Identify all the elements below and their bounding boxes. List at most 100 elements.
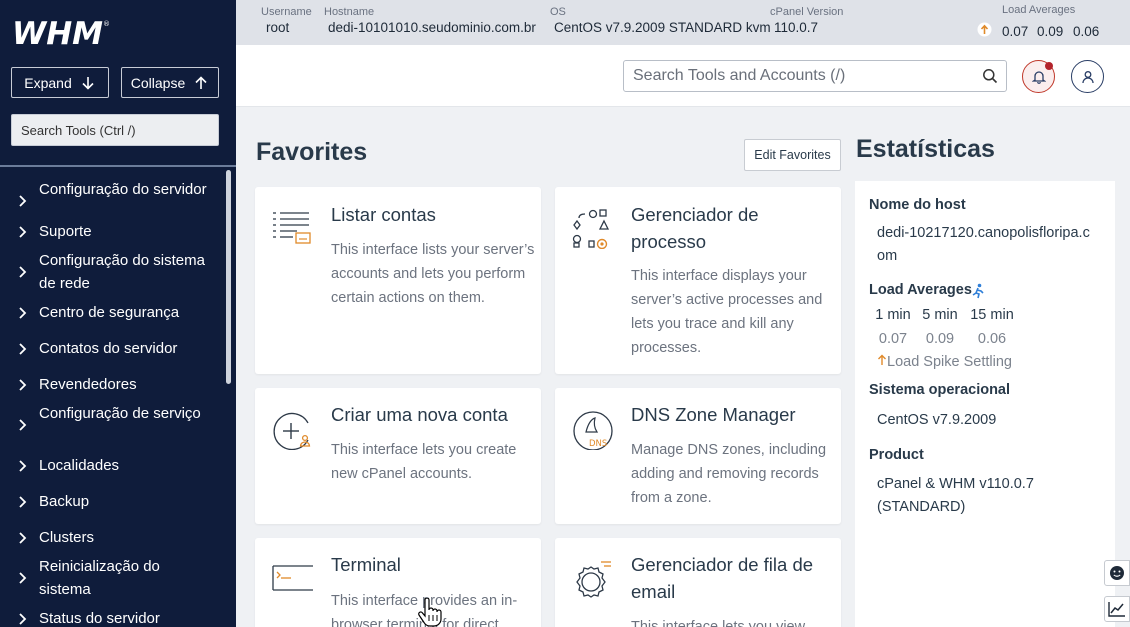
favorite-card-terminal[interactable]: Terminal This interface provides an in-b… bbox=[255, 538, 541, 627]
username-value: root bbox=[266, 20, 290, 35]
hostname-value: dedi-10217120.canopolisfloripa.com bbox=[877, 225, 1090, 264]
sidebar-item-resellers[interactable]: Revendedores bbox=[0, 373, 226, 396]
edit-favorites-button[interactable]: Edit Favorites bbox=[744, 139, 841, 171]
chevron-right-icon bbox=[19, 342, 27, 355]
os-value: CentOS v7.9.2009 STANDARD kvm bbox=[554, 20, 771, 35]
load-15min-heading: 15 min bbox=[970, 307, 1014, 323]
header-bar: Search Tools and Accounts (/) bbox=[236, 45, 1130, 107]
favorite-card-dns-zone-manager[interactable]: DNS DNS Zone Manager Manage DNS zones, i… bbox=[555, 388, 841, 524]
search-icon[interactable] bbox=[982, 68, 998, 84]
card-title: DNS Zone Manager bbox=[631, 404, 796, 425]
chevron-right-icon bbox=[19, 378, 27, 391]
stats-panel: Nome do host dedi-10217120.canopolisflor… bbox=[855, 181, 1115, 627]
stats-title: Estatísticas bbox=[856, 135, 995, 163]
sidebar-item-label: Contatos do servidor bbox=[39, 340, 178, 357]
favorite-card-mail-queue-manager[interactable]: Gerenciador de fila de email This interf… bbox=[555, 538, 841, 627]
product-value: cPanel & WHM v110.0.7 (STANDARD) bbox=[877, 476, 1034, 515]
bell-icon bbox=[1031, 71, 1046, 84]
collapse-button[interactable]: Collapse bbox=[121, 67, 219, 98]
logo-text: WHM bbox=[12, 16, 103, 48]
sidebar-scrollbar[interactable] bbox=[226, 170, 231, 384]
sidebar: WHM ® Expand Collapse Search Tools (Ctrl… bbox=[0, 0, 236, 627]
sidebar-item-security-center[interactable]: Centro de segurança bbox=[0, 301, 226, 324]
chevron-right-icon bbox=[19, 306, 27, 319]
load-5min-value: 0.09 bbox=[925, 331, 955, 347]
hostname-label: Hostname bbox=[324, 6, 375, 18]
whm-logo[interactable]: WHM ® bbox=[12, 14, 112, 52]
user-menu-button[interactable] bbox=[1071, 60, 1104, 93]
card-description: This interface lets you create new cPane… bbox=[331, 442, 517, 482]
sidebar-item-support[interactable]: Suporte bbox=[0, 220, 226, 243]
sidebar-divider bbox=[0, 165, 236, 167]
notifications-button[interactable] bbox=[1022, 60, 1055, 93]
product-heading: Product bbox=[869, 447, 924, 463]
sidebar-search-placeholder: Search Tools (Ctrl /) bbox=[21, 122, 136, 138]
chevron-right-icon bbox=[19, 459, 27, 472]
hostname-field: Hostname dedi-10101010.seudominio.com.br bbox=[324, 6, 536, 35]
feedback-button[interactable] bbox=[1104, 560, 1130, 586]
chevron-right-icon bbox=[19, 495, 27, 508]
sidebar-search-input[interactable]: Search Tools (Ctrl /) bbox=[11, 114, 219, 146]
sidebar-item-server-configuration[interactable]: Configuração do servidor bbox=[0, 178, 226, 224]
expand-button[interactable]: Expand bbox=[11, 67, 109, 98]
analytics-button[interactable] bbox=[1104, 596, 1130, 622]
arrow-down-icon bbox=[82, 76, 94, 90]
sidebar-item-locales[interactable]: Localidades bbox=[0, 454, 226, 477]
sidebar-item-server-contacts[interactable]: Contatos do servidor bbox=[0, 337, 226, 360]
load-15-value: 0.06 bbox=[1073, 24, 1100, 39]
chevron-right-icon bbox=[19, 266, 27, 278]
load-trend-up-icon bbox=[977, 22, 992, 37]
sidebar-item-label: Status do servidor bbox=[39, 610, 160, 627]
sidebar-item-label: Revendedores bbox=[39, 376, 137, 393]
sidebar-item-network-configuration[interactable]: Configuração do sistema de rede bbox=[0, 249, 226, 295]
sidebar-item-label: Reinicialização do sistema bbox=[39, 558, 160, 598]
sidebar-item-label: Localidades bbox=[39, 457, 120, 474]
arrow-up-icon bbox=[195, 75, 207, 89]
card-description: This interface lets you view bbox=[631, 619, 806, 627]
sidebar-item-service-configuration[interactable]: Configuração de serviço bbox=[0, 402, 226, 448]
chevron-right-icon bbox=[19, 572, 27, 584]
sidebar-item-backup[interactable]: Backup bbox=[0, 490, 226, 513]
load-spike-status: Load Spike Settling bbox=[877, 354, 1012, 370]
card-title: Listar contas bbox=[331, 204, 436, 225]
collapse-label: Collapse bbox=[130, 74, 186, 91]
chart-trend-icon bbox=[1108, 602, 1125, 617]
card-description: Manage DNS zones, including adding and r… bbox=[631, 442, 827, 506]
add-account-icon bbox=[273, 412, 311, 450]
sidebar-item-system-reboot[interactable]: Reinicialização do sistema bbox=[0, 555, 226, 601]
dns-icon: DNS bbox=[573, 411, 613, 450]
favorite-card-list-accounts[interactable]: Listar contas This interface lists your … bbox=[255, 187, 541, 374]
search-tools-accounts-input[interactable]: Search Tools and Accounts (/) bbox=[623, 60, 1007, 92]
card-title: Gerenciador de processo bbox=[631, 204, 759, 252]
search-placeholder: Search Tools and Accounts (/) bbox=[633, 67, 846, 84]
load-spike-text: Load Spike Settling bbox=[887, 354, 1012, 370]
cpanel-version-value: 110.0.7 bbox=[774, 20, 819, 35]
server-info-bar: Username root Hostname dedi-10101010.seu… bbox=[236, 0, 1130, 45]
user-icon bbox=[1081, 70, 1094, 83]
card-title: Terminal bbox=[331, 554, 401, 575]
chevron-right-icon bbox=[19, 531, 27, 544]
terminal-icon bbox=[272, 565, 313, 591]
favorite-card-process-manager[interactable]: Gerenciador de processo This interface d… bbox=[555, 187, 841, 374]
username-label: Username bbox=[261, 6, 312, 18]
os-field: OS CentOS v7.9.2009 STANDARD kvm bbox=[550, 6, 771, 35]
mail-queue-icon bbox=[576, 561, 611, 598]
chevron-right-icon bbox=[19, 612, 27, 625]
sidebar-item-server-status[interactable]: Status do servidor bbox=[0, 607, 226, 627]
load-5min-heading: 5 min bbox=[922, 307, 958, 323]
chevron-right-icon bbox=[19, 195, 27, 207]
card-description: This interface lists your server’s accou… bbox=[331, 242, 535, 306]
arrow-up-icon bbox=[878, 354, 886, 365]
card-title: Criar uma nova conta bbox=[331, 404, 508, 425]
card-description: This interface displays your server’s ac… bbox=[631, 268, 823, 356]
notification-dot bbox=[1045, 62, 1053, 70]
hand-cursor-icon bbox=[418, 598, 442, 627]
sidebar-item-label: Centro de segurança bbox=[39, 304, 180, 321]
favorite-card-create-account[interactable]: Criar uma nova conta This interface lets… bbox=[255, 388, 541, 524]
load-1min-heading: 1 min bbox=[875, 307, 911, 323]
username-field: Username root bbox=[261, 6, 312, 35]
sidebar-item-label: Configuração do sistema de rede bbox=[39, 252, 205, 292]
cpanel-version-label: cPanel Version bbox=[770, 6, 844, 18]
sidebar-item-clusters[interactable]: Clusters bbox=[0, 526, 226, 549]
runner-icon bbox=[972, 283, 984, 299]
